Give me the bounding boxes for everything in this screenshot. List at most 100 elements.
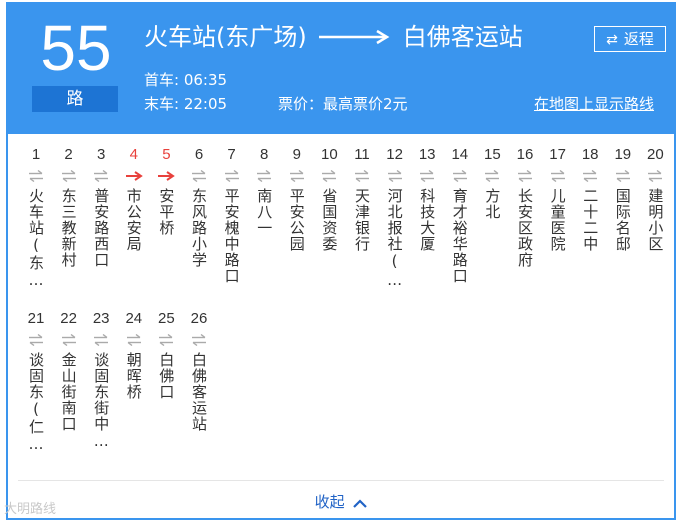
stop-number: 7 bbox=[227, 146, 236, 163]
stop-name[interactable]: 河北报社(… bbox=[386, 188, 404, 290]
stop-name[interactable]: 谈固东(仁… bbox=[27, 352, 45, 454]
stop-name[interactable]: 科技大厦 bbox=[418, 188, 436, 252]
stop-item[interactable]: 24 朝晖桥 bbox=[118, 308, 150, 400]
bidirectional-icon bbox=[20, 330, 52, 350]
collapse-button[interactable]: 收起 bbox=[18, 491, 664, 512]
stop-name[interactable]: 谈固东街中… bbox=[92, 352, 110, 451]
stop-name[interactable]: 二十二中 bbox=[581, 188, 599, 252]
stop-item[interactable]: 2 东三教新村 bbox=[53, 144, 85, 268]
last-bus-time: 22:05 bbox=[183, 95, 228, 113]
stop-item[interactable]: 19 国际名邸 bbox=[607, 144, 639, 252]
stop-number: 5 bbox=[162, 146, 171, 163]
stop-name[interactable]: 东风路小学 bbox=[190, 188, 208, 268]
bidirectional-icon bbox=[150, 330, 182, 350]
footer: 收起 bbox=[18, 480, 664, 520]
stop-number: 10 bbox=[321, 146, 338, 163]
stop-number: 9 bbox=[292, 146, 301, 163]
stop-item[interactable]: 16 长安区政府 bbox=[509, 144, 541, 268]
stop-name[interactable]: 建明小区 bbox=[646, 188, 664, 252]
stop-item[interactable]: 11 天津银行 bbox=[346, 144, 378, 252]
stop-number: 1 bbox=[31, 146, 41, 163]
bidirectional-icon bbox=[542, 166, 574, 186]
bidirectional-icon bbox=[607, 166, 639, 186]
bidirectional-icon bbox=[476, 166, 508, 186]
stop-name[interactable]: 安平桥 bbox=[157, 188, 175, 236]
stop-name[interactable]: 白佛口 bbox=[157, 352, 175, 400]
stop-item[interactable]: 17 儿童医院 bbox=[542, 144, 574, 252]
stop-name[interactable]: 方北 bbox=[483, 188, 501, 220]
stop-number: 12 bbox=[386, 146, 403, 163]
stop-item[interactable]: 20 建明小区 bbox=[639, 144, 671, 252]
stop-name[interactable]: 育才裕华路口 bbox=[451, 188, 469, 284]
stop-name[interactable]: 东三教新村 bbox=[60, 188, 78, 268]
stop-name[interactable]: 平安槐中路口 bbox=[223, 188, 241, 284]
stop-number: 18 bbox=[581, 146, 599, 163]
stop-name[interactable]: 火车站(东… bbox=[27, 188, 45, 290]
stop-item[interactable]: 13 科技大厦 bbox=[411, 144, 443, 252]
bidirectional-icon bbox=[379, 166, 411, 186]
first-bus-time: 06:35 bbox=[183, 71, 228, 89]
stop-number: 2 bbox=[64, 146, 73, 163]
stop-name[interactable]: 天津银行 bbox=[353, 188, 371, 252]
stop-number: 14 bbox=[451, 146, 469, 163]
bus-arrow-icon bbox=[118, 166, 150, 186]
stop-number: 11 bbox=[354, 146, 370, 163]
bidirectional-icon bbox=[509, 166, 541, 186]
return-trip-button[interactable]: ⇄ 返程 bbox=[594, 26, 666, 52]
swap-icon: ⇄ bbox=[606, 32, 618, 48]
route-origin: 火车站(东广场) bbox=[144, 23, 307, 51]
collapse-label: 收起 bbox=[314, 493, 345, 511]
stop-item[interactable]: 8 南八一 bbox=[248, 144, 280, 236]
stop-item[interactable]: 22 金山街南口 bbox=[53, 308, 85, 432]
bidirectional-icon bbox=[639, 166, 671, 186]
bidirectional-icon bbox=[53, 330, 85, 350]
stop-item[interactable]: 23 谈固东街中… bbox=[85, 308, 117, 451]
stop-item[interactable]: 15 方北 bbox=[476, 144, 508, 220]
stop-name[interactable]: 白佛客运站 bbox=[190, 352, 208, 432]
long-arrow-right-icon bbox=[318, 20, 391, 54]
bus-arrow-icon bbox=[150, 166, 182, 186]
stop-item[interactable]: 9 平安公园 bbox=[281, 144, 313, 252]
chevron-up-icon bbox=[353, 498, 368, 508]
stop-name[interactable]: 朝晖桥 bbox=[125, 352, 143, 400]
stop-number: 6 bbox=[194, 146, 204, 163]
bidirectional-icon bbox=[574, 166, 606, 186]
bidirectional-icon bbox=[118, 330, 150, 350]
bidirectional-icon bbox=[216, 166, 248, 186]
stop-item[interactable]: 18 二十二中 bbox=[574, 144, 606, 252]
stop-number: 21 bbox=[27, 310, 45, 327]
stop-item[interactable]: 21 谈固东(仁… bbox=[20, 308, 52, 454]
stop-number: 3 bbox=[97, 146, 106, 163]
first-bus: 首车: 06:35 bbox=[144, 68, 227, 92]
stop-name[interactable]: 金山街南口 bbox=[60, 352, 78, 432]
route-destination: 白佛客运站 bbox=[402, 23, 523, 51]
stop-name[interactable]: 平安公园 bbox=[288, 188, 306, 252]
stop-item[interactable]: 12 河北报社(… bbox=[379, 144, 411, 290]
stop-name[interactable]: 市公安局 bbox=[125, 188, 143, 252]
stop-name[interactable]: 儿童医院 bbox=[549, 188, 567, 252]
stop-number: 24 bbox=[125, 310, 143, 327]
stop-name[interactable]: 国际名邸 bbox=[614, 188, 632, 252]
stop-item[interactable]: 3 普安路西口 bbox=[85, 144, 117, 268]
stop-item[interactable]: 14 育才裕华路口 bbox=[444, 144, 476, 284]
stop-name[interactable]: 普安路西口 bbox=[92, 188, 110, 268]
stop-item[interactable]: 25 白佛口 bbox=[150, 308, 182, 400]
stop-item[interactable]: 26 白佛客运站 bbox=[183, 308, 215, 432]
bidirectional-icon bbox=[183, 330, 215, 350]
stop-number: 26 bbox=[190, 310, 208, 327]
stop-name[interactable]: 南八一 bbox=[255, 188, 273, 236]
stop-number: 22 bbox=[60, 310, 77, 327]
stop-name[interactable]: 省国资委 bbox=[320, 188, 338, 252]
stop-name[interactable]: 长安区政府 bbox=[516, 188, 534, 268]
stop-item[interactable]: 4 市公安局 bbox=[118, 144, 150, 252]
bidirectional-icon bbox=[248, 166, 280, 186]
show-route-on-map-link[interactable]: 在地图上显示路线 bbox=[534, 92, 654, 116]
bidirectional-icon bbox=[346, 166, 378, 186]
stop-item[interactable]: 5 安平桥 bbox=[150, 144, 182, 236]
stop-item[interactable]: 6 东风路小学 bbox=[183, 144, 215, 268]
stop-item[interactable]: 10 省国资委 bbox=[313, 144, 345, 252]
stop-item[interactable]: 1 火车站(东… bbox=[20, 144, 52, 290]
route-title: 火车站(东广场) 白佛客运站 bbox=[144, 20, 523, 54]
route-number: 55 bbox=[40, 12, 112, 84]
stop-item[interactable]: 7 平安槐中路口 bbox=[216, 144, 248, 284]
